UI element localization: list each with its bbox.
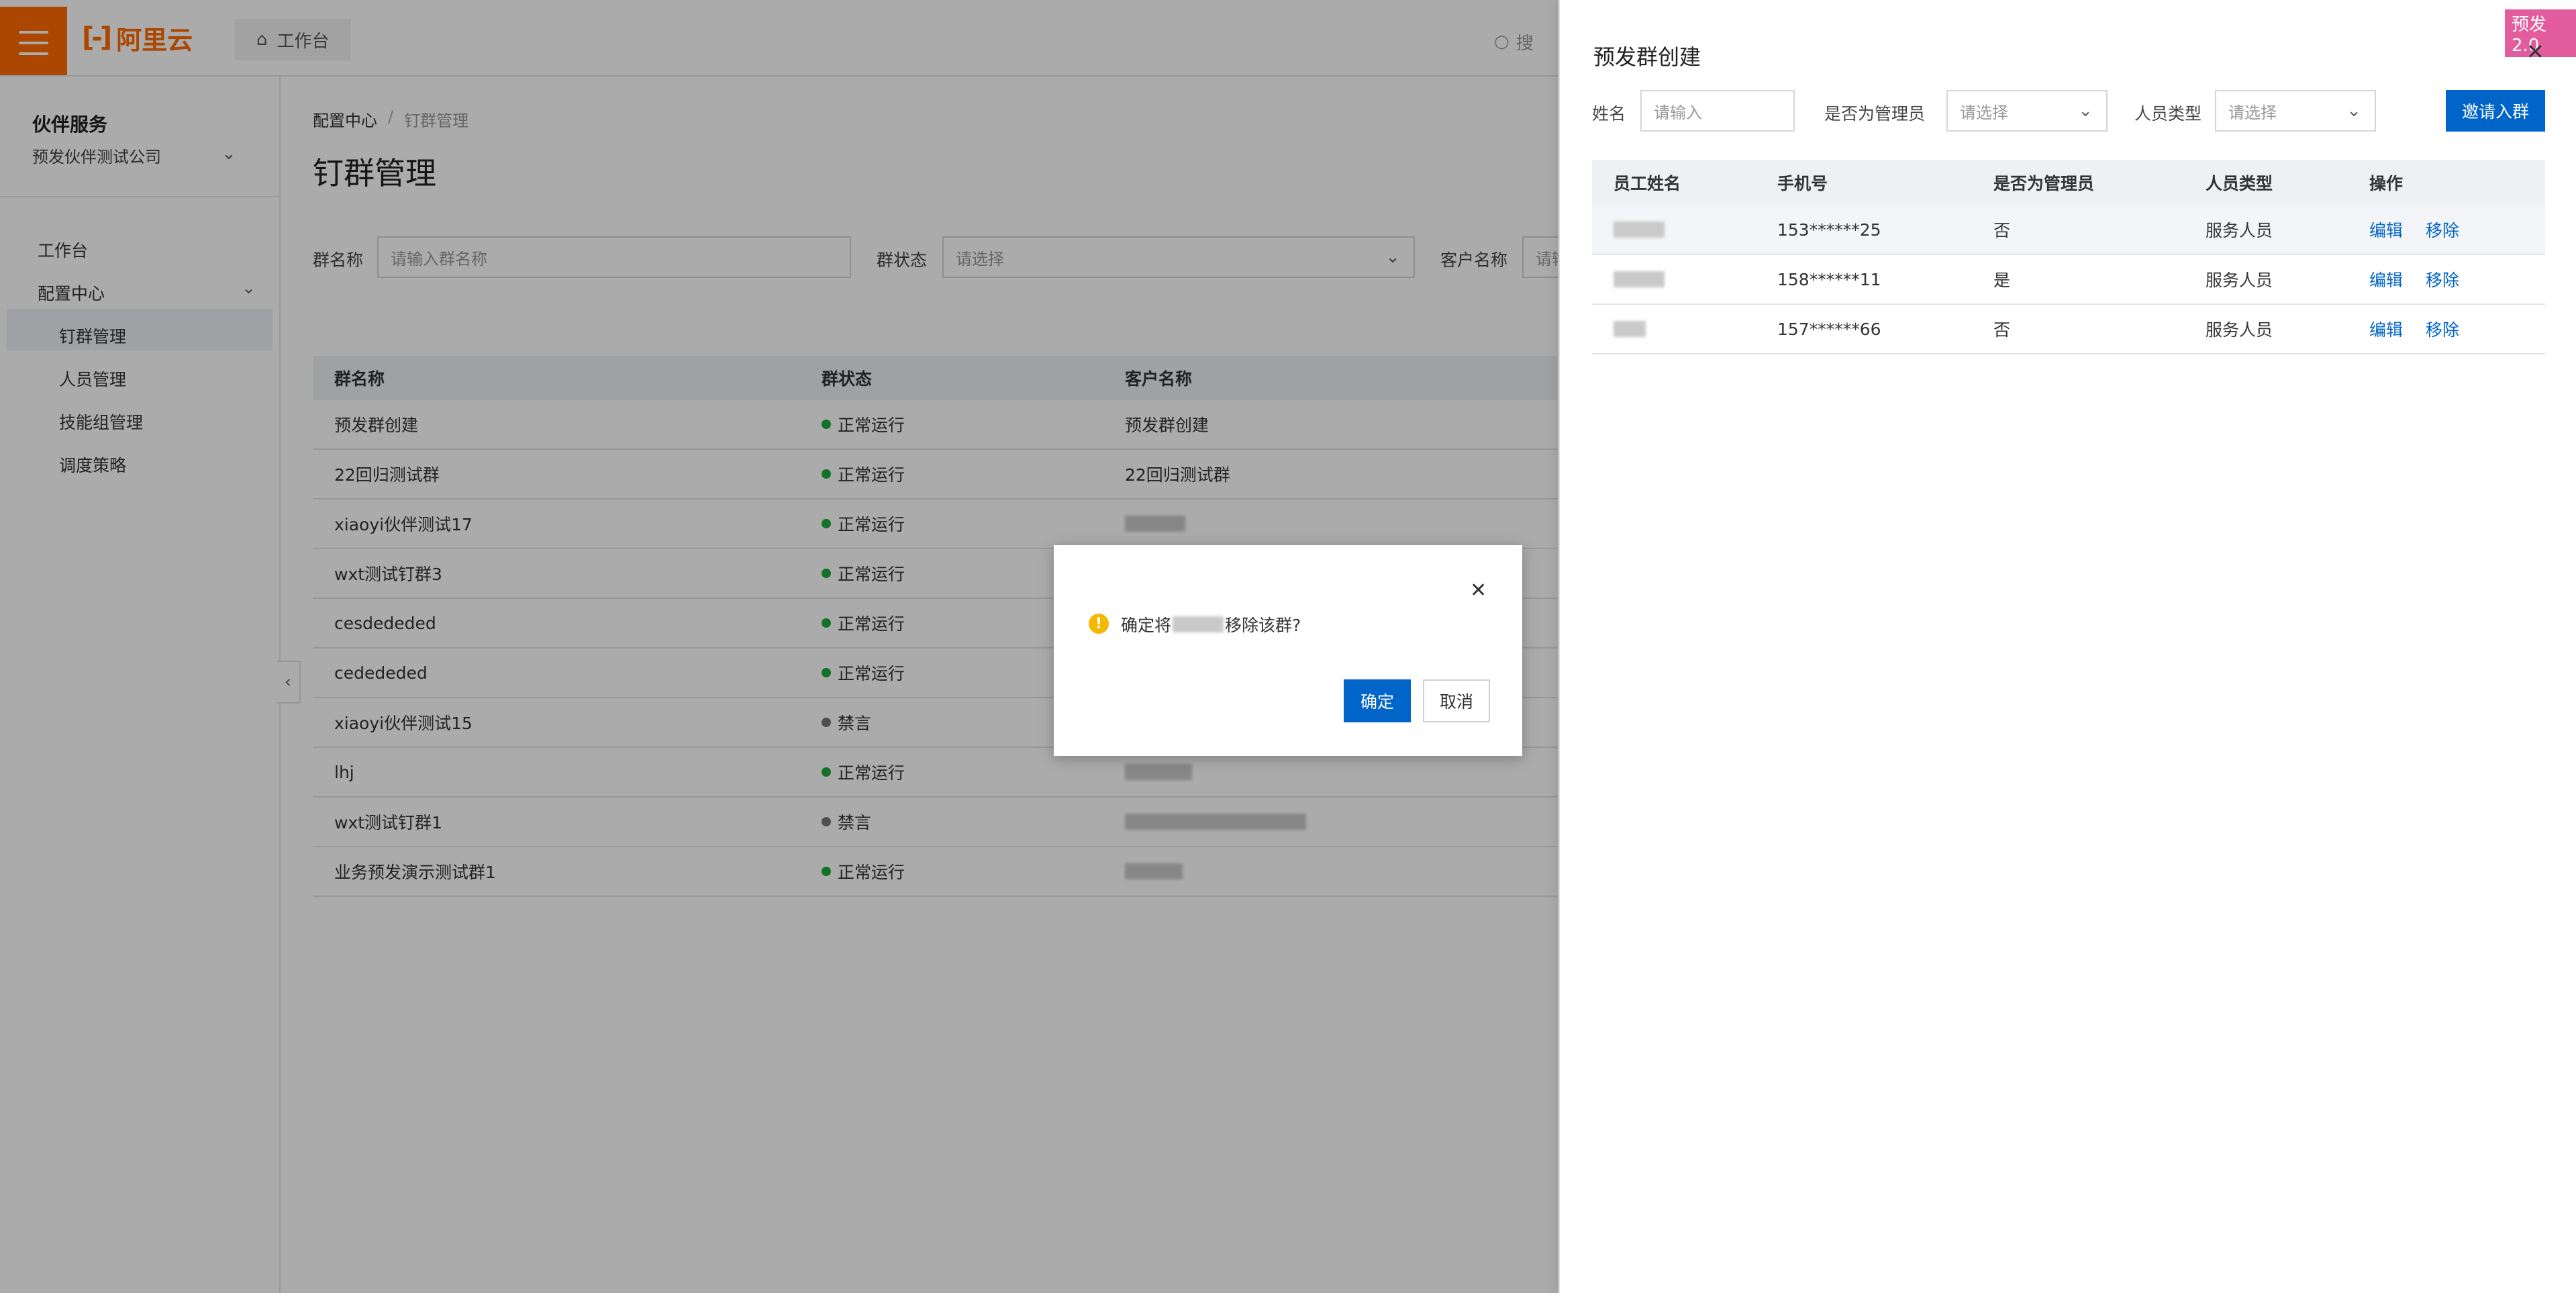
chevron-down-icon: ⌄ <box>2078 101 2093 121</box>
column-header-phone: 手机号 <box>1777 174 1828 193</box>
name-filter-placeholder: 请输入 <box>1654 103 1702 122</box>
name-filter-label: 姓名 <box>1592 104 1626 124</box>
actions-cell: 编辑 移除 <box>2369 255 2482 303</box>
remove-link[interactable]: 移除 <box>2426 218 2459 242</box>
admin-cell: 否 <box>1993 221 2011 240</box>
column-header-name: 员工姓名 <box>1614 174 1681 193</box>
column-header-actions: 操作 <box>2369 174 2404 193</box>
chevron-down-icon: ⌄ <box>2346 101 2361 121</box>
group-detail-drawer: 预发2.0 预发群创建 ✕ 姓名 请输入 是否为管理员 请选择 ⌄ 人员类型 请… <box>1558 0 2576 1293</box>
type-cell: 服务人员 <box>2206 271 2273 290</box>
phone-cell: 157******66 <box>1777 319 1881 339</box>
edit-link[interactable]: 编辑 <box>2369 317 2403 341</box>
phone-cell: 158******11 <box>1777 269 1881 289</box>
column-header-admin: 是否为管理员 <box>1993 174 2095 193</box>
redacted-text <box>1614 271 1665 287</box>
remove-link[interactable]: 移除 <box>2426 267 2459 291</box>
cancel-button[interactable]: 取消 <box>1423 679 1490 722</box>
redacted-text <box>1173 616 1224 632</box>
invite-button[interactable]: 邀请入群 <box>2446 90 2545 132</box>
close-icon[interactable]: ✕ <box>1470 579 1487 602</box>
confirm-button[interactable]: 确定 <box>1344 679 1411 722</box>
column-header-type: 人员类型 <box>2206 174 2273 193</box>
admin-filter-placeholder: 请选择 <box>1960 103 2008 122</box>
name-cell-redacted <box>1614 205 1665 254</box>
table-header: 员工姓名 手机号 是否为管理员 人员类型 操作 <box>1592 160 2545 207</box>
actions-cell: 编辑 移除 <box>2369 205 2482 254</box>
type-cell: 服务人员 <box>2206 320 2273 340</box>
name-cell-redacted <box>1614 305 1646 353</box>
table-row[interactable]: 158******11 是 服务人员 编辑 移除 <box>1592 255 2545 305</box>
table-row[interactable]: 153******25 否 服务人员 编辑 移除 <box>1592 205 2545 255</box>
admin-cell: 否 <box>1993 320 2011 340</box>
type-filter-label: 人员类型 <box>2134 104 2202 124</box>
confirm-message-suffix: 移除该群? <box>1225 616 1301 635</box>
close-icon[interactable]: ✕ <box>2526 39 2544 64</box>
warning-icon: ! <box>1089 614 1109 634</box>
remove-link[interactable]: 移除 <box>2426 317 2459 341</box>
admin-filter-select[interactable]: 请选择 ⌄ <box>1946 90 2108 132</box>
phone-cell: 153******25 <box>1777 220 1881 240</box>
name-cell-redacted <box>1614 255 1665 303</box>
type-filter-select[interactable]: 请选择 ⌄ <box>2215 90 2376 132</box>
admin-filter-label: 是否为管理员 <box>1824 104 1926 124</box>
confirm-message-prefix: 确定将 <box>1121 616 1172 635</box>
actions-cell: 编辑 移除 <box>2369 305 2482 353</box>
redacted-text <box>1614 321 1646 337</box>
edit-link[interactable]: 编辑 <box>2369 267 2403 291</box>
type-filter-placeholder: 请选择 <box>2228 103 2277 122</box>
drawer-title: 预发群创建 <box>1593 44 1701 70</box>
redacted-text <box>1614 222 1665 238</box>
confirm-message: 确定将 移除该群? <box>1121 612 1301 636</box>
table-row[interactable]: 157******66 否 服务人员 编辑 移除 <box>1592 305 2545 354</box>
admin-cell: 是 <box>1993 271 2011 290</box>
type-cell: 服务人员 <box>2206 221 2273 240</box>
confirm-dialog: ✕ ! 确定将 移除该群? 确定 取消 <box>1054 545 1522 756</box>
edit-link[interactable]: 编辑 <box>2369 218 2403 242</box>
name-filter-input[interactable]: 请输入 <box>1640 90 1795 132</box>
